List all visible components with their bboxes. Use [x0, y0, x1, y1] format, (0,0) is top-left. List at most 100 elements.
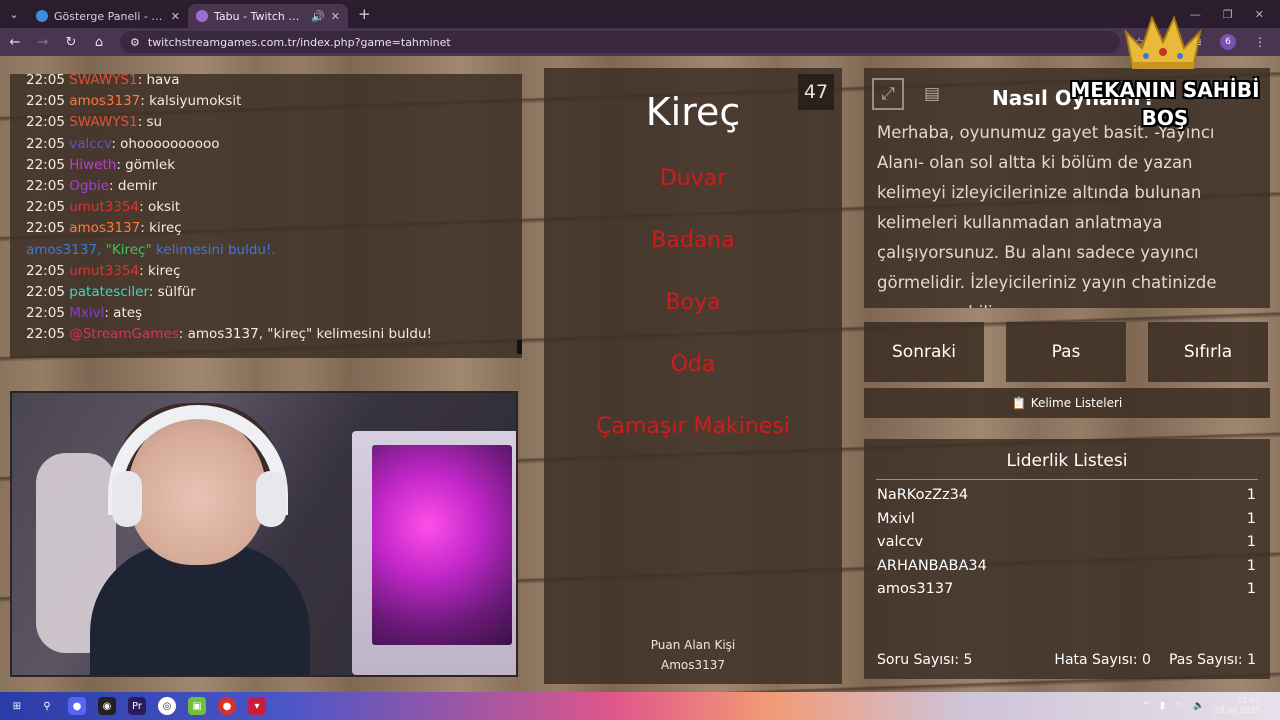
owner-overlay: MEKANIN SAHİBİ BOŞ — [1060, 12, 1270, 132]
pass-count: Pas Sayısı: 1 — [1168, 652, 1256, 668]
pass-button[interactable]: Pas — [1006, 322, 1126, 382]
minecraft-icon[interactable]: ▣ — [188, 697, 206, 715]
chat-time: 22:05 — [26, 262, 65, 279]
chat-username[interactable]: patatesciler — [69, 284, 149, 300]
leaderboard-stats: Soru Sayısı: 5 Hata Sayısı: 0 Pas Sayısı… — [877, 652, 1256, 668]
back-arrow-icon[interactable]: ← — [8, 35, 22, 50]
leaderboard-row: Mxivl 1 — [877, 511, 1256, 535]
question-count: Soru Sayısı: 5 — [877, 652, 973, 668]
chat-message: 22:05 umut3354: oksit — [26, 197, 506, 218]
clock-time: 22:05 — [1236, 696, 1260, 705]
chevron-up-icon[interactable]: ^ — [1143, 701, 1151, 711]
chat-username[interactable]: SWAWYS1 — [69, 74, 137, 88]
tab-favicon-icon — [36, 10, 48, 22]
chat-username[interactable]: Mxivl — [69, 305, 104, 321]
error-count: Hata Sayısı: 0 — [1054, 652, 1151, 668]
obs-icon[interactable]: ◉ — [98, 697, 116, 715]
site-info-icon[interactable]: ⚙ — [130, 36, 140, 49]
leaderboard-score: 1 — [1246, 557, 1256, 574]
chat-message: 22:05 umut3354: kireç — [26, 261, 506, 282]
tab-favicon-icon — [196, 10, 208, 22]
chat-username[interactable]: amos3137 — [69, 93, 140, 109]
word-lists-button[interactable]: 📋 Kelime Listeleri — [864, 388, 1270, 418]
system-tray: ^ ▮ ◠ 🔈 22:05 29.08.2025 — [1143, 696, 1280, 716]
chat-username[interactable]: amos3137 — [69, 220, 140, 236]
home-icon[interactable]: ⌂ — [92, 35, 106, 50]
app-icon[interactable]: ● — [218, 697, 236, 715]
browser-tab-dashboard[interactable]: Gösterge Paneli - MissXss AI Bo ✕ — [28, 4, 188, 28]
found-notice: amos3137, "Kireç" kelimesini buldu!. — [26, 240, 506, 261]
taboo-word: Boya — [665, 290, 721, 315]
scorer-label: Puan Alan Kişi — [650, 638, 736, 652]
battery-icon[interactable]: ▮ — [1160, 701, 1165, 711]
chat-text: : amos3137, "kireç" kelimesini buldu! — [178, 326, 432, 343]
chat-time: 22:05 — [26, 156, 65, 173]
leaderboard-score: 1 — [1246, 487, 1256, 503]
chat-time: 22:05 — [26, 220, 65, 237]
how-to-play-text: Merhaba, oyunumuz gayet basit. -Yayıncı … — [877, 123, 1217, 308]
chat-text: : oksit — [139, 199, 181, 216]
forward-arrow-icon[interactable]: → — [36, 35, 50, 50]
scorer-name: Amos3137 — [660, 658, 726, 672]
found-notice-text: kelimesini buldu!. — [151, 241, 276, 258]
chat-log: 22:05 SWAWYS1: hava 22:05 amos3137: kalsi… — [26, 74, 506, 345]
close-icon[interactable]: ✕ — [171, 10, 180, 23]
windows-start-icon[interactable]: ⊞ — [8, 697, 26, 715]
leaderboard-name: ARHANBABA34 — [877, 557, 987, 574]
chat-time: 22:05 — [26, 93, 65, 110]
found-notice-word: "Kireç" — [105, 241, 152, 258]
chat-message: 22:05 Ogbie: demir — [26, 176, 506, 197]
chat-message: 22:05 SWAWYS1: su — [26, 112, 506, 133]
taboo-word: Badana — [651, 228, 735, 253]
fullscreen-icon[interactable]: ⤢ — [872, 78, 904, 110]
leaderboard-row: ARHANBABA34 1 — [877, 558, 1256, 582]
tab-search-chevron-icon[interactable]: ⌄ — [0, 0, 28, 28]
premiere-icon[interactable]: Pr — [128, 697, 146, 715]
leaderboard-name: Mxivl — [877, 510, 915, 527]
next-button[interactable]: Sonraki — [864, 322, 984, 382]
search-icon[interactable]: ⚲ — [38, 697, 56, 715]
app-icon[interactable]: ▾ — [248, 697, 266, 715]
speaker-icon[interactable]: 🔊 — [311, 10, 325, 23]
chat-scrollbar[interactable] — [517, 340, 522, 354]
chat-username[interactable]: Ogbie — [69, 178, 109, 194]
chat-time: 22:05 — [26, 305, 65, 322]
reload-icon[interactable]: ↻ — [64, 35, 78, 50]
chat-text: : kireç — [140, 220, 182, 237]
chat-time: 22:05 — [26, 199, 65, 216]
leaderboard-score: 1 — [1246, 581, 1256, 598]
game-page: 22:05 SWAWYS1: hava 22:05 amos3137: kalsi… — [0, 56, 1280, 692]
new-tab-button[interactable]: + — [348, 5, 381, 23]
address-bar[interactable]: ⚙ twitchstreamgames.com.tr/index.php?gam… — [120, 31, 1120, 53]
chat-time: 22:05 — [26, 326, 65, 343]
chat-message: 22:05 patatesciler: sülfür — [26, 282, 506, 303]
leaderboard-name: amos3137 — [877, 581, 954, 598]
chat-text: : hava — [137, 74, 180, 88]
leaderboard-score: 1 — [1246, 510, 1256, 527]
chat-username[interactable]: valccv — [69, 136, 111, 152]
divider — [876, 479, 1258, 480]
chat-username[interactable]: SWAWYS1 — [69, 114, 137, 130]
volume-icon[interactable]: 🔈 — [1193, 701, 1204, 711]
chat-time: 22:05 — [26, 114, 65, 131]
wifi-icon[interactable]: ◠ — [1175, 701, 1183, 711]
windows-taskbar: ⊞ ⚲ ● ◉ Pr ◎ ▣ ● ▾ ^ ▮ ◠ 🔈 22:05 29.08.2… — [0, 692, 1280, 720]
chat-time: 22:05 — [26, 177, 65, 194]
clock[interactable]: 22:05 29.08.2025 — [1214, 696, 1260, 716]
leaderboard-title: Liderlik Listesi — [1006, 451, 1128, 471]
leaderboard-score: 1 — [1246, 534, 1256, 551]
close-icon[interactable]: ✕ — [331, 10, 340, 23]
chat-username[interactable]: umut3354 — [69, 199, 139, 215]
chat-text: : sülfür — [148, 283, 196, 300]
notes-icon[interactable]: ▤ — [916, 78, 948, 110]
owner-title: MEKANIN SAHİBİ — [1070, 78, 1260, 102]
chat-username[interactable]: umut3354 — [69, 263, 139, 279]
chat-username[interactable]: @StreamGames — [69, 326, 179, 342]
browser-tab-tabu[interactable]: Tabu - Twitch Stream Game 🔊 ✕ — [188, 4, 348, 28]
chrome-icon[interactable]: ◎ — [158, 697, 176, 715]
chat-username[interactable]: Hiweth — [69, 157, 116, 173]
chat-time: 22:05 — [26, 135, 65, 152]
reset-button[interactable]: Sıfırla — [1148, 322, 1268, 382]
owner-name: BOŞ — [1141, 106, 1189, 130]
discord-icon[interactable]: ● — [68, 697, 86, 715]
